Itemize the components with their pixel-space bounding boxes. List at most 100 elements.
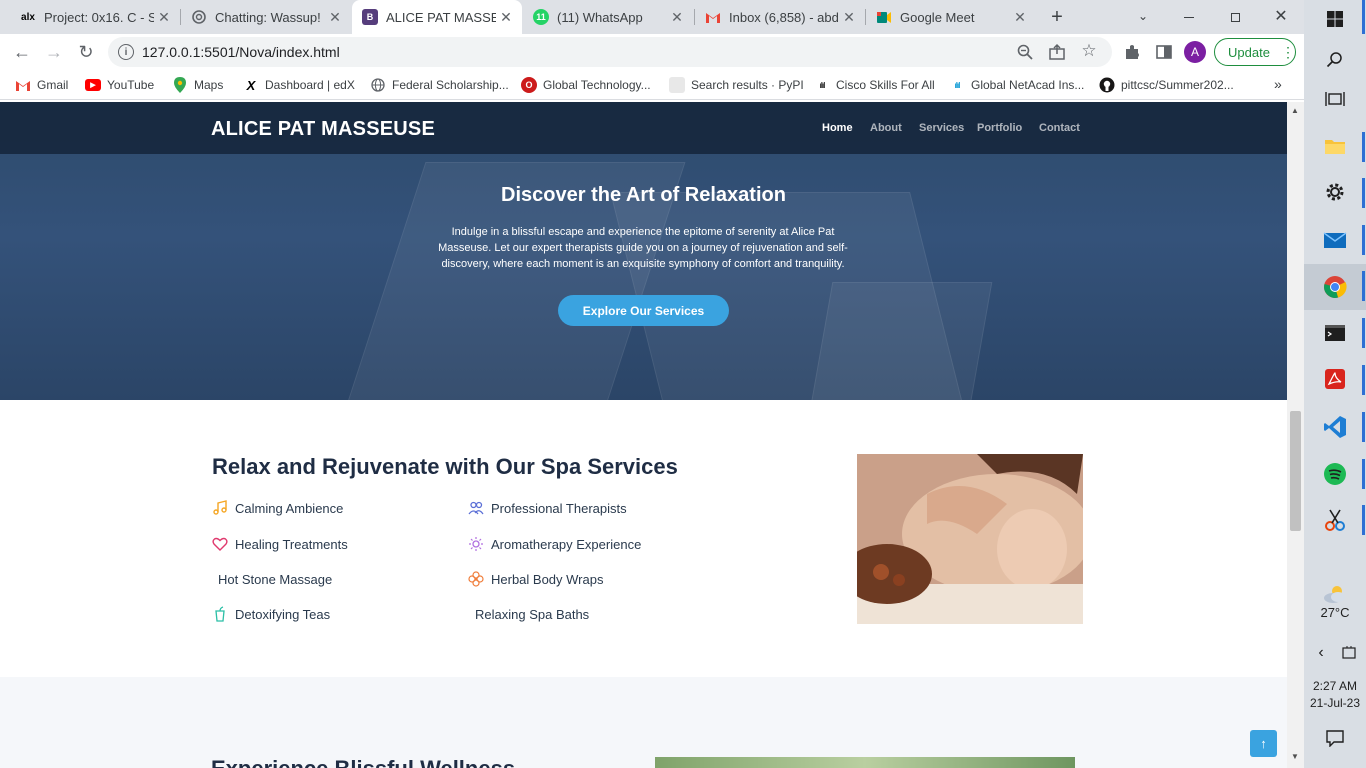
forward-icon[interactable]: → [44,42,64,62]
bookmark-pittcsc[interactable]: pittcsc/Summer202... [1099,76,1234,94]
window-close-icon[interactable]: ✕ [1271,6,1291,26]
tab-strip: alx Project: 0x16. C - Sin ✕ Chatting: W… [0,0,1304,34]
bookmarks-bar: Gmail ▶ YouTube Maps X Dashboard | edX F… [0,70,1304,100]
tab-gmail[interactable]: Inbox (6,858) - abdu ✕ [695,0,865,34]
new-tab-icon[interactable]: + [1046,6,1068,28]
running-indicator [1362,412,1365,442]
windows-taskbar: 27°C ‹ 2:27 AM 21-Jul-23 [1304,0,1366,768]
nav-services[interactable]: Services [919,122,964,134]
features-title: Relax and Rejuvenate with Our Spa Servic… [212,454,678,479]
running-indicator [1362,178,1365,208]
tab-chatgpt[interactable]: Chatting: Wassup! ✕ [181,0,351,34]
mail-icon[interactable] [1319,224,1351,256]
tab-search-chevron-icon[interactable]: ⌄ [1134,7,1152,25]
feature-label: Hot Stone Massage [218,571,333,587]
site-brand[interactable]: ALICE PAT MASSEUSE [211,118,435,141]
explore-services-button[interactable]: Explore Our Services [558,295,729,326]
close-icon[interactable]: ✕ [1010,9,1030,26]
info-icon[interactable]: i [118,44,134,60]
extensions-icon[interactable] [1122,42,1142,62]
tab-google-meet[interactable]: Google Meet ✕ [866,0,1036,34]
bookmark-pypi[interactable]: Search results · PyPI [669,76,804,94]
hero-title: Discover the Art of Relaxation [501,184,786,206]
scroll-up-icon[interactable]: ▲ [1291,106,1299,115]
close-icon[interactable]: ✕ [496,9,516,26]
tab-whatsapp[interactable]: 11 (11) WhatsApp ✕ [523,0,693,34]
feature-label: Detoxifying Teas [235,606,331,622]
side-panel-icon[interactable] [1154,42,1174,62]
weather-temperature: 27°C [1320,605,1350,620]
bookmark-global-netacad[interactable]: ılıl Global NetAcad Ins... [949,76,1085,94]
meet-icon [876,9,892,25]
tab-alice-pat[interactable]: B ALICE PAT MASSEUSE ✕ [352,0,522,34]
github-icon [1099,77,1115,93]
running-indicator [1362,271,1365,301]
task-view-icon[interactable] [1319,83,1351,115]
bookmark-maps[interactable]: Maps [172,76,223,94]
restore-icon[interactable] [1226,8,1244,26]
close-icon[interactable]: ✕ [667,9,687,26]
address-bar[interactable]: i 127.0.0.1:5501/Nova/index.html ☆ [108,37,1112,67]
running-indicator [1362,459,1365,489]
nav-contact[interactable]: Contact [1039,122,1080,134]
people-icon [468,500,484,516]
nav-about[interactable]: About [870,122,902,134]
close-icon[interactable]: ✕ [325,9,345,26]
bookmark-federal-scholarship[interactable]: Federal Scholarship... [370,76,509,94]
zoom-icon[interactable] [1016,43,1034,61]
opera-icon: O [521,77,537,93]
file-explorer-icon[interactable] [1319,130,1351,162]
close-icon[interactable]: ✕ [154,9,174,26]
feature-item: Herbal Body Wraps [468,570,603,588]
snipping-tool-icon[interactable] [1319,504,1351,536]
alx-icon: alx [21,11,35,23]
search-icon[interactable] [1319,44,1351,76]
bookmark-label: Global NetAcad Ins... [971,78,1085,92]
feature-label: Calming Ambience [235,500,344,516]
reload-icon[interactable]: ↻ [76,42,96,62]
settings-icon[interactable] [1319,176,1351,208]
site-navbar: ALICE PAT MASSEUSE Home About Services P… [0,102,1287,154]
tab-title: Google Meet [900,9,975,25]
acrobat-icon[interactable] [1319,363,1351,395]
close-icon[interactable]: ✕ [839,9,859,26]
clock-time[interactable]: 2:27 AM [1304,679,1366,693]
input-indicator-icon[interactable] [1333,637,1365,669]
flower-icon [468,571,484,587]
terminal-icon[interactable] [1319,317,1351,349]
heart-icon [212,536,228,552]
update-button[interactable]: Update ⋮ [1214,38,1296,66]
more-bookmarks-icon[interactable]: » [1274,76,1282,92]
spotify-icon[interactable] [1319,458,1351,490]
minimize-icon[interactable] [1180,8,1198,26]
nav-portfolio[interactable]: Portfolio [977,122,1022,134]
vscode-icon[interactable] [1319,411,1351,443]
bookmark-youtube[interactable]: ▶ YouTube [85,76,154,94]
profile-avatar[interactable]: A [1184,41,1206,63]
bookmark-label: Federal Scholarship... [392,78,509,92]
notifications-icon[interactable] [1319,722,1351,754]
bookmark-cisco-skills[interactable]: ılıl Cisco Skills For All [814,76,935,94]
feature-label: Professional Therapists [491,500,627,516]
running-indicator [1362,505,1365,535]
chatgpt-icon [191,9,207,25]
back-to-top-button[interactable]: ↑ [1250,730,1277,757]
more-menu-icon[interactable]: ⋮ [1281,43,1295,61]
spa-massage-image [857,454,1083,624]
browser-toolbar: ← → ↻ i 127.0.0.1:5501/Nova/index.html ☆… [0,34,1304,70]
feature-item: Hot Stone Massage [218,570,332,588]
clock-date[interactable]: 21-Jul-23 [1304,696,1366,710]
bookmark-edx[interactable]: X Dashboard | edX [243,76,355,94]
share-icon[interactable] [1048,43,1066,61]
nav-home[interactable]: Home [822,122,853,134]
music-note-icon [212,500,228,516]
scrollbar-thumb[interactable] [1290,411,1301,531]
chrome-icon[interactable] [1319,271,1351,303]
bookmark-global-technology[interactable]: O Global Technology... [521,76,651,94]
windows-start-icon[interactable] [1319,3,1351,35]
tab-alx[interactable]: alx Project: 0x16. C - Sin ✕ [10,0,180,34]
bookmark-star-icon[interactable]: ☆ [1080,42,1098,60]
scroll-down-icon[interactable]: ▼ [1291,752,1299,761]
bookmark-gmail[interactable]: Gmail [15,76,68,94]
back-icon[interactable]: ← [12,42,32,62]
